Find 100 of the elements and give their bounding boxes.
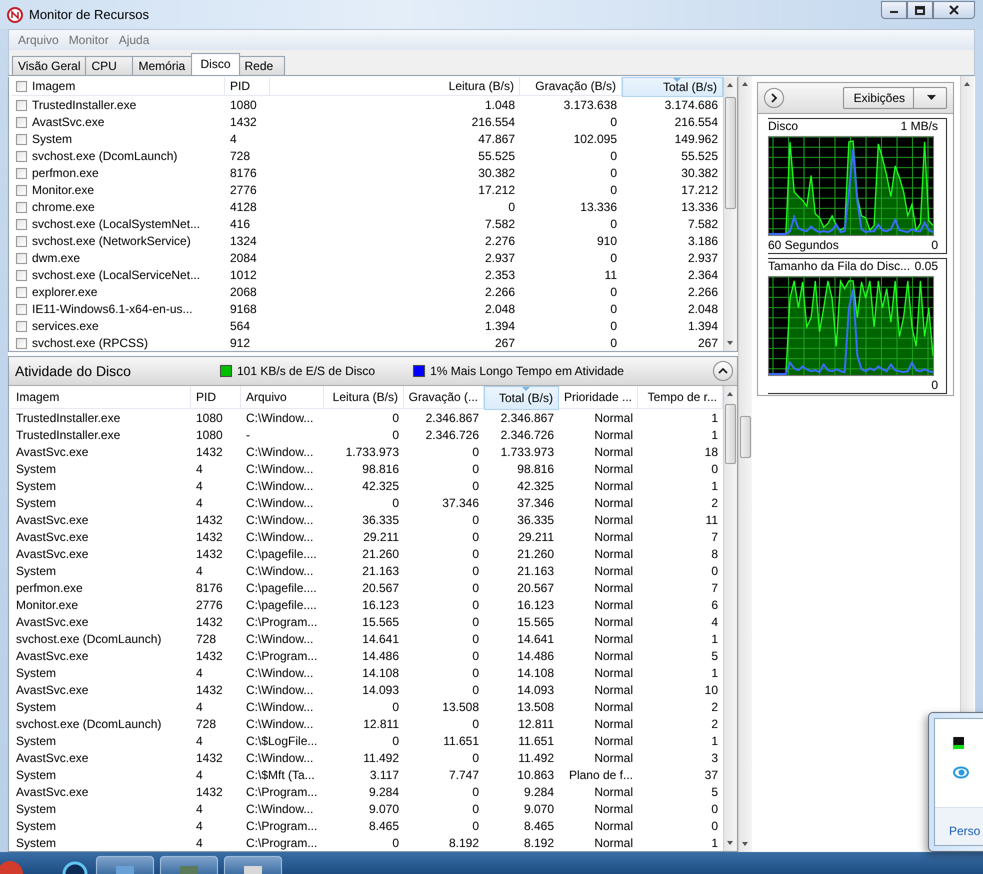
table-cell: TrustedInstaller.exe: [16, 428, 120, 442]
table-cell: 3.173.638: [564, 98, 617, 112]
table-cell: 2.266: [688, 285, 718, 299]
table-cell: 8: [711, 547, 718, 561]
table-cell: System: [16, 768, 56, 782]
table-cell: 8176: [230, 166, 257, 180]
table-cell: Normal: [594, 819, 633, 833]
table-cell: System: [16, 700, 56, 714]
table-cell: 14.641: [517, 632, 554, 646]
table-cell: 8.192: [448, 836, 479, 850]
table-cell: 11.651: [518, 734, 554, 748]
time-span-label: 60 Segundos: [768, 238, 839, 253]
table-cell: 3.174.686: [664, 98, 718, 112]
table-cell: C:\Program...: [246, 819, 318, 833]
graph-title: Disco: [768, 119, 798, 134]
table-cell: 267: [698, 336, 718, 350]
table-cell: Normal: [594, 683, 633, 697]
table-cell: 1432: [196, 513, 223, 527]
table-cell: AvastSvc.exe: [16, 530, 88, 544]
table-cell: 2: [711, 717, 718, 731]
table-cell: System: [16, 802, 56, 816]
table-cell: 0: [472, 530, 479, 544]
table-cell: 36.335: [362, 513, 399, 527]
table-cell: System: [16, 479, 56, 493]
table-cell: 11: [706, 513, 718, 527]
table-cell: 3.117: [370, 768, 399, 782]
table-cell: 7.582: [484, 217, 515, 231]
table-cell: 1.394: [484, 319, 515, 333]
table-cell: C:\Window...: [246, 530, 314, 544]
table-cell: 0: [610, 336, 617, 350]
table-cell: 14.093: [362, 683, 399, 697]
table-cell: 2776: [196, 598, 223, 612]
table-cell: dwm.exe: [32, 250, 80, 267]
table-cell: System: [16, 666, 56, 680]
graph-title: Tamanho da Fila do Disc...: [768, 259, 910, 274]
table-cell: Normal: [594, 479, 633, 493]
table-cell: 4: [196, 734, 203, 748]
table-cell: Normal: [594, 717, 633, 731]
table-cell: C:\Program...: [246, 615, 318, 629]
table-cell: 1: [711, 632, 718, 646]
table-cell: C:\$LogFile...: [246, 734, 318, 748]
table-cell: AvastSvc.exe: [16, 513, 88, 527]
table-cell: 8.465: [368, 819, 399, 833]
table-cell: svchost.exe (LocalServiceNet...: [32, 267, 200, 284]
table-cell: 0: [472, 547, 479, 561]
table-cell: 4: [196, 496, 203, 510]
table-cell: 30.382: [478, 166, 515, 180]
table-cell: 11: [604, 268, 617, 282]
table-cell: AvastSvc.exe: [16, 547, 88, 561]
table-cell: 0: [472, 819, 479, 833]
table-cell: 9.070: [368, 802, 399, 816]
table-cell: AvastSvc.exe: [16, 615, 88, 629]
legend-label: 101 KB/s de E/S de Disco: [237, 364, 376, 378]
table-cell: 1: [711, 836, 718, 850]
table-cell: 16.123: [517, 598, 554, 612]
table-cell: Normal: [594, 632, 633, 646]
table-cell: 5: [711, 649, 718, 663]
table-cell: 4: [196, 666, 203, 680]
table-cell: 2.364: [688, 268, 718, 282]
table-cell: C:\pagefile....: [246, 547, 317, 561]
table-cell: 0: [472, 632, 479, 646]
table-cell: C:\Program...: [246, 649, 318, 663]
table-cell: 2.346.867: [500, 411, 554, 425]
table-cell: 37: [704, 768, 718, 782]
window-title: Monitor de Recursos: [29, 7, 150, 22]
table-cell: 2776: [230, 183, 257, 197]
table-cell: 1: [711, 479, 718, 493]
table-cell: services.exe: [32, 318, 99, 335]
table-cell: 9.070: [524, 802, 554, 816]
table-cell: System: [16, 564, 56, 578]
table-cell: 8.192: [524, 836, 554, 850]
table-cell: 14.093: [517, 683, 554, 697]
table-cell: 2068: [230, 285, 257, 299]
table-cell: perfmon.exe: [16, 581, 83, 595]
table-cell: svchost.exe (DcomLaunch): [16, 632, 162, 646]
table-cell: 15.565: [362, 615, 399, 629]
table-cell: C:\Window...: [246, 802, 314, 816]
table-cell: C:\Window...: [246, 411, 314, 425]
table-cell: System: [16, 462, 56, 476]
table-cell: 21.163: [362, 564, 399, 578]
table-cell: 21.260: [517, 547, 554, 561]
table-cell: C:\$Mft (Ta...: [246, 768, 315, 782]
table-cell: svchost.exe (DcomLaunch): [32, 148, 178, 165]
table-cell: 564: [230, 319, 250, 333]
table-cell: chrome.exe: [32, 199, 95, 216]
table-cell: 2.937: [484, 251, 515, 265]
table-cell: 55.525: [478, 149, 515, 163]
table-cell: 1432: [196, 547, 223, 561]
table-cell: 1432: [196, 649, 223, 663]
table-cell: 6: [711, 598, 718, 612]
table-cell: 4: [711, 615, 718, 629]
table-cell: 2.937: [688, 251, 718, 265]
table-cell: 15.565: [517, 615, 554, 629]
table-cell: 0: [711, 802, 718, 816]
table-cell: 42.325: [517, 479, 554, 493]
table-cell: C:\Window...: [246, 632, 314, 646]
section-title: Atividade do Disco: [15, 363, 132, 379]
table-cell: 2.353: [484, 268, 515, 282]
table-cell: C:\Program...: [246, 836, 318, 850]
table-cell: 13.508: [442, 700, 479, 714]
